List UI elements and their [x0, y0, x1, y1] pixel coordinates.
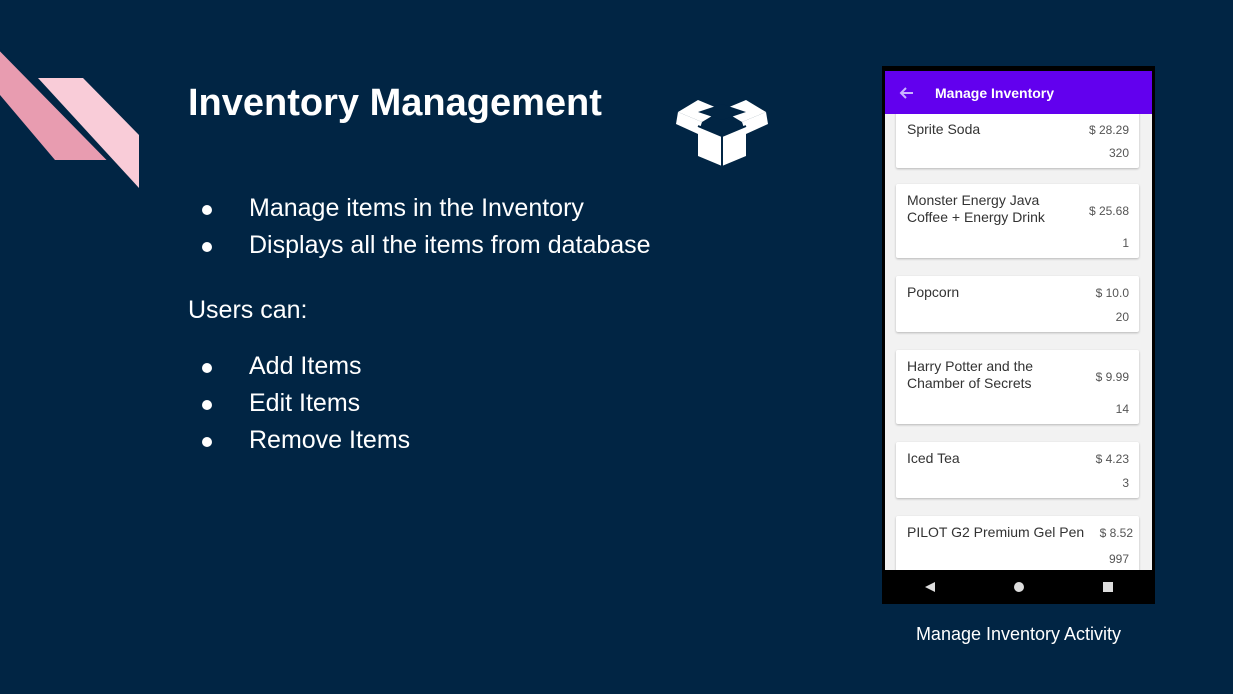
- item-price: $ 9.99: [1095, 370, 1129, 384]
- triangle-back-icon[interactable]: [920, 577, 940, 597]
- item-name: Sprite Soda: [907, 121, 981, 137]
- item-price: $ 25.68: [1088, 204, 1129, 218]
- slide-title: Inventory Management: [188, 82, 602, 124]
- item-name: Harry Potter and the Chamber of Secrets: [907, 358, 1034, 391]
- bullet-icon: [202, 205, 212, 215]
- feature-list: Manage items in the Inventory Displays a…: [200, 190, 651, 264]
- inventory-item-card[interactable]: Sprite Soda $ 28.29 320: [896, 114, 1139, 168]
- bullet-icon: [202, 400, 212, 410]
- square-recents-icon[interactable]: [1098, 577, 1118, 597]
- screenshot-caption: Manage Inventory Activity: [915, 624, 1122, 644]
- item-quantity: 20: [1115, 310, 1129, 324]
- item-price: $ 8.52: [1099, 526, 1133, 540]
- android-nav-bar: [885, 570, 1152, 604]
- inventory-item-card[interactable]: Monster Energy Java Coffee + Energy Drin…: [896, 184, 1139, 258]
- list-item: Manage items in the Inventory: [200, 190, 651, 227]
- action-list: Add Items Edit Items Remove Items: [200, 348, 410, 459]
- bullet-icon: [202, 437, 212, 447]
- bullet-icon: [202, 242, 212, 252]
- item-price: $ 10.0: [1095, 286, 1129, 300]
- inventory-item-card[interactable]: PILOT G2 Premium Gel Pen $ 8.52 997: [896, 516, 1139, 570]
- item-quantity: 1: [1122, 236, 1129, 250]
- list-item: Edit Items: [200, 385, 410, 422]
- inventory-item-card[interactable]: Harry Potter and the Chamber of Secrets …: [896, 350, 1139, 424]
- list-item: Remove Items: [200, 422, 410, 459]
- list-item: Add Items: [200, 348, 410, 385]
- decorative-stripes: [0, 49, 139, 188]
- users-can-label: Users can:: [188, 296, 308, 324]
- item-price: $ 28.29: [1088, 123, 1129, 137]
- phone-screenshot: Manage Inventory Sprite Soda $ 28.29 320…: [882, 66, 1155, 604]
- item-name: Popcorn: [907, 284, 960, 300]
- open-box-icon: [676, 100, 768, 166]
- inventory-list[interactable]: Sprite Soda $ 28.29 320 Monster Energy J…: [885, 114, 1152, 570]
- bullet-icon: [202, 363, 212, 373]
- inventory-item-card[interactable]: Popcorn $ 10.0 20: [896, 276, 1139, 332]
- arrow-back-icon[interactable]: [899, 85, 915, 101]
- item-name: PILOT G2 Premium Gel Pen: [907, 524, 1085, 540]
- item-quantity: 320: [1108, 146, 1129, 160]
- app-bar-title: Manage Inventory: [935, 84, 1055, 101]
- app-bar: Manage Inventory: [885, 71, 1152, 114]
- item-quantity: 14: [1115, 402, 1129, 416]
- inventory-item-card[interactable]: Iced Tea $ 4.23 3: [896, 442, 1139, 498]
- item-name: Monster Energy Java Coffee + Energy Drin…: [907, 192, 1045, 225]
- item-quantity: 997: [1108, 552, 1129, 566]
- circle-home-icon[interactable]: [1009, 577, 1029, 597]
- list-item: Displays all the items from database: [200, 227, 651, 264]
- item-price: $ 4.23: [1095, 452, 1129, 466]
- item-quantity: 3: [1122, 476, 1129, 490]
- item-name: Iced Tea: [907, 450, 960, 466]
